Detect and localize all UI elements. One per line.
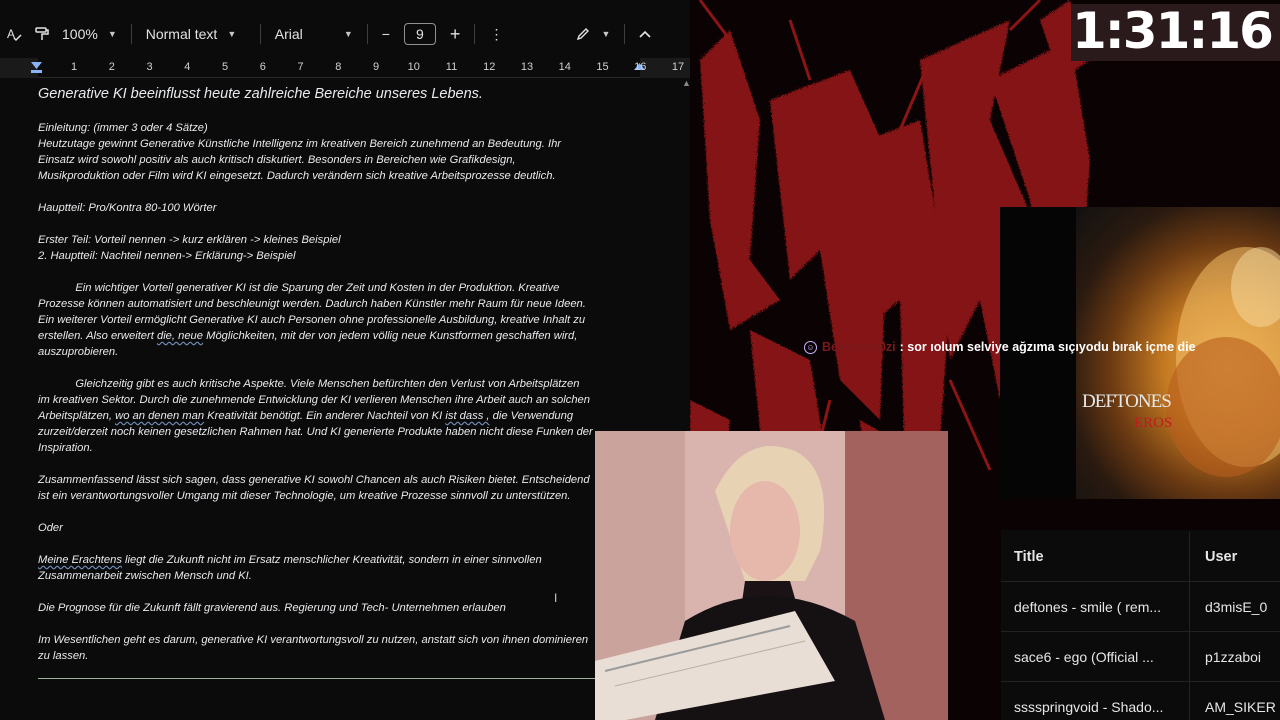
ruler-number: 5	[221, 61, 229, 73]
advantage-paragraph: Ein wichtiger Vorteil generativer KI ist…	[38, 280, 678, 360]
disadvantage-paragraph: Gleichzeitig gibt es auch kritische Aspe…	[38, 376, 678, 456]
ruler-number: 10	[407, 61, 420, 73]
editing-mode-select[interactable]: ▼	[569, 20, 616, 48]
spelling-suggestion[interactable]: die, neue	[157, 330, 203, 342]
paint-format-icon[interactable]	[28, 20, 56, 48]
song-title: deftones - smile ( rem...	[1014, 598, 1162, 615]
ruler-number: 9	[372, 61, 380, 73]
table-row: sace6 - ego (Official ... p1zzaboi	[1001, 631, 1280, 681]
toolbar-divider	[624, 24, 626, 44]
ruler[interactable]: 1 2 3 4 5 6 7 8 9 10 11 12 13 14 15 16 17	[0, 58, 690, 78]
ruler-number: 13	[520, 61, 534, 73]
ruler-number: 16	[634, 61, 647, 73]
main-label: Hauptteil: Pro/Kontra 80-100 Wörter	[38, 202, 217, 214]
song-user: p1zzaboi	[1189, 632, 1261, 681]
increase-font-size-button[interactable]: +	[444, 20, 467, 48]
toolbar-divider	[259, 24, 261, 44]
summary-paragraph: Im Wesentlichen geht es darum, generativ…	[38, 634, 589, 662]
svg-text:A: A	[7, 27, 15, 41]
album-band-name: DEFTONES	[1082, 391, 1172, 412]
ruler-number: 8	[335, 61, 342, 73]
more-options-icon[interactable]: ⋮	[483, 20, 509, 48]
opinion-paragraph: Meine Erachtens liegt die Zukunft nicht …	[38, 552, 678, 584]
song-user: d3misE_0	[1189, 582, 1267, 631]
chat-username: Bey0nder0zi	[822, 340, 896, 354]
text-run: Kreativität benötigt. Ein anderer Nachte…	[204, 410, 446, 422]
stream-timer: 1:31:16	[1072, 2, 1274, 60]
ruler-number: 4	[184, 61, 191, 73]
ruler-number: 2	[108, 61, 115, 73]
ruler-number: 17	[671, 61, 685, 73]
ruler-number: 11	[445, 61, 458, 73]
second-part-note: 2. Hauptteil: Nachteil nennen-> Erklärun…	[38, 250, 296, 262]
chevron-down-icon: ▼	[601, 29, 611, 39]
docs-editor: A 100% ▼ Normal text ▼ Arial ▼ − 9 + ⋮ ▼	[0, 0, 690, 720]
text-cursor-icon: I	[554, 591, 558, 605]
chevron-down-icon: ▼	[107, 29, 117, 39]
collapse-menus-icon[interactable]	[633, 20, 657, 48]
song-title: sace6 - ego (Official ...	[1014, 648, 1154, 665]
song-user: AM_SIKER	[1189, 682, 1276, 720]
song-title: sssspringvoid - Shado...	[1014, 698, 1164, 715]
chevron-down-icon: ▼	[227, 29, 237, 39]
column-header-title: Title	[1014, 549, 1044, 565]
album-title: EROS	[1134, 415, 1173, 431]
spelling-suggestion[interactable]: wo an denen man	[115, 410, 204, 422]
font-value: Arial	[274, 26, 303, 42]
font-size-input[interactable]: 9	[403, 23, 436, 45]
font-select[interactable]: Arial ▼	[269, 20, 359, 48]
prognosis-line: Die Prognose für die Zukunft fällt gravi…	[38, 602, 506, 614]
ruler-number: 1	[70, 61, 78, 73]
table-header: Title User	[1001, 532, 1280, 582]
toolbar-divider	[366, 24, 368, 44]
song-request-table: Title User deftones - smile ( rem... d3m…	[1001, 530, 1280, 720]
table-row: sssspringvoid - Shado... AM_SIKER	[1001, 681, 1280, 720]
ruler-number: 15	[596, 61, 609, 73]
document-heading: Generative KI beeinflusst heute zahlreic…	[38, 86, 483, 102]
style-select[interactable]: Normal text ▼	[140, 20, 252, 48]
chat-text: : sor ıolum selviye ağzıma sıçıyodu bıra…	[899, 340, 1196, 354]
oder-line: Oder	[38, 522, 63, 534]
ruler-number: 7	[297, 61, 304, 73]
editor-toolbar: A 100% ▼ Normal text ▼ Arial ▼ − 9 + ⋮ ▼	[0, 14, 690, 54]
document-body[interactable]: Generative KI beeinflusst heute zahlreic…	[38, 86, 678, 664]
ruler-number: 12	[483, 61, 496, 73]
ruler-number: 6	[259, 61, 266, 73]
webcam-feed	[595, 431, 948, 720]
spelling-suggestion[interactable]: ist dass ,	[445, 410, 489, 422]
scroll-up-icon[interactable]: ▲	[682, 78, 690, 88]
decrease-font-size-button[interactable]: −	[376, 20, 396, 48]
style-value: Normal text	[145, 26, 218, 42]
intro-label: Einleitung: (immer 3 oder 4 Sätze)	[38, 122, 208, 134]
table-row: deftones - smile ( rem... d3misE_0	[1001, 581, 1280, 631]
zoom-select[interactable]: 100% ▼	[56, 20, 123, 48]
conclusion-paragraph: Zusammenfassend lässt sich sagen, dass g…	[38, 474, 590, 502]
pencil-icon	[577, 28, 590, 41]
chat-message: ☺ Bey0nder0zi : sor ıolum selviye ağzıma…	[804, 340, 1196, 354]
toolbar-divider	[130, 24, 132, 44]
intro-text: Heutzutage gewinnt Generative Künstliche…	[38, 138, 562, 182]
smiley-icon: ☺	[804, 340, 817, 354]
toolbar-divider	[474, 24, 476, 44]
column-header-user: User	[1189, 532, 1237, 582]
page-divider	[38, 678, 598, 679]
ruler-number: 3	[146, 61, 153, 73]
spelling-suggestion[interactable]: Meine Erachtens	[38, 554, 122, 566]
zoom-value: 100%	[62, 26, 98, 42]
ruler-number: 14	[558, 61, 571, 73]
spellcheck-icon[interactable]: A	[0, 20, 28, 48]
first-part-note: Erster Teil: Vorteil nennen -> kurz erkl…	[38, 234, 341, 246]
webcam-image	[595, 431, 948, 720]
chevron-down-icon: ▼	[343, 29, 353, 39]
